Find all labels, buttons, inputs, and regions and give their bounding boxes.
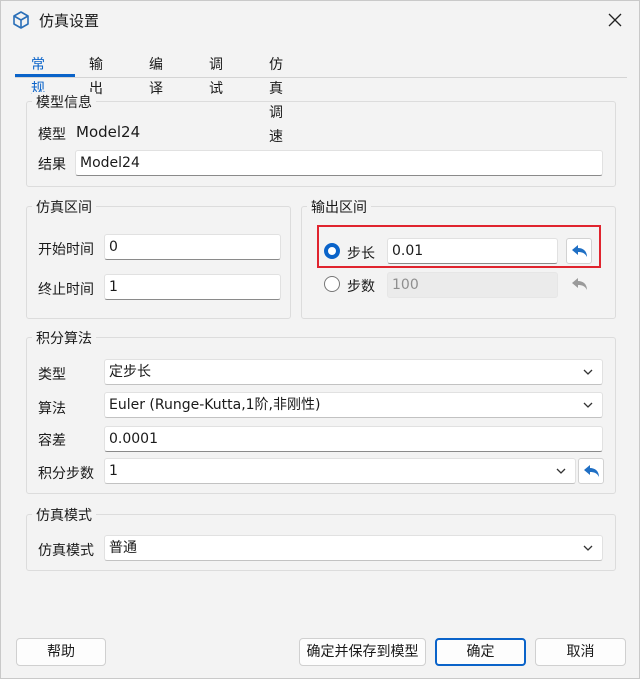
algorithm-value: Euler (Runge-Kutta,1阶,非刚性) [109, 397, 321, 413]
chevron-down-icon [556, 468, 566, 474]
title-bar: 仿真设置 [1, 1, 639, 39]
ok-button[interactable]: 确定 [435, 638, 526, 666]
tab-sim-speed[interactable]: 仿真调速 [269, 53, 283, 145]
step-size-reset-button[interactable] [566, 238, 592, 264]
chevron-down-icon [583, 402, 593, 408]
step-count-radio[interactable] [324, 276, 340, 292]
tab-compile[interactable]: 编译 [149, 53, 163, 97]
step-size-radio[interactable] [324, 243, 340, 259]
tolerance-input[interactable]: 0.0001 [104, 426, 603, 452]
close-icon [608, 13, 622, 27]
window-title: 仿真设置 [39, 12, 100, 30]
integration-steps-select[interactable]: 1 [104, 458, 576, 484]
tab-output[interactable]: 输出 [89, 53, 103, 97]
start-time-input[interactable]: 0 [104, 234, 281, 260]
undo-icon [572, 278, 587, 290]
model-value: Model24 [76, 123, 141, 141]
integration-steps-label: 积分步数 [38, 466, 94, 482]
tab-divider [15, 77, 627, 78]
stop-time-input[interactable]: 1 [104, 274, 281, 300]
type-value: 定步长 [109, 364, 151, 380]
sim-mode-select[interactable]: 普通 [104, 535, 603, 561]
model-info-title: 模型信息 [32, 92, 96, 112]
output-interval-title: 输出区间 [307, 197, 371, 217]
cancel-button[interactable]: 取消 [535, 638, 626, 666]
algorithm-label: 算法 [38, 401, 66, 417]
step-count-reset-button [566, 271, 592, 297]
close-button[interactable] [605, 10, 625, 30]
result-label: 结果 [38, 157, 66, 173]
undo-icon [572, 245, 587, 257]
tolerance-label: 容差 [38, 433, 66, 449]
step-size-label: 步长 [347, 246, 375, 262]
result-input[interactable]: Model24 [75, 150, 603, 176]
stop-time-label: 终止时间 [38, 282, 94, 298]
algorithm-select[interactable]: Euler (Runge-Kutta,1阶,非刚性) [104, 392, 603, 418]
integration-steps-value: 1 [109, 463, 118, 479]
type-select[interactable]: 定步长 [104, 359, 603, 385]
chevron-down-icon [583, 545, 593, 551]
start-time-label: 开始时间 [38, 242, 94, 258]
type-label: 类型 [38, 367, 66, 383]
chevron-down-icon [583, 369, 593, 375]
sim-interval-title: 仿真区间 [32, 197, 96, 217]
help-button[interactable]: 帮助 [16, 638, 106, 666]
settings-dialog: 仿真设置 常规 输出 编译 调试 仿真调速 模型信息 模型 Model24 结果… [0, 0, 640, 679]
save-to-model-button[interactable]: 确定并保存到模型 [299, 638, 426, 666]
step-count-input: 100 [387, 272, 558, 298]
tab-debug[interactable]: 调试 [209, 53, 223, 97]
step-count-label: 步数 [347, 279, 375, 295]
step-size-input[interactable]: 0.01 [387, 238, 558, 264]
integration-title: 积分算法 [32, 328, 96, 348]
sim-mode-value: 普通 [109, 540, 137, 556]
model-label: 模型 [38, 127, 66, 143]
sim-interval-group [26, 206, 291, 319]
sim-mode-title: 仿真模式 [32, 505, 96, 525]
cube-icon [13, 11, 29, 29]
undo-icon [584, 465, 599, 477]
integration-steps-reset-button[interactable] [578, 458, 604, 484]
sim-mode-label: 仿真模式 [38, 543, 94, 559]
